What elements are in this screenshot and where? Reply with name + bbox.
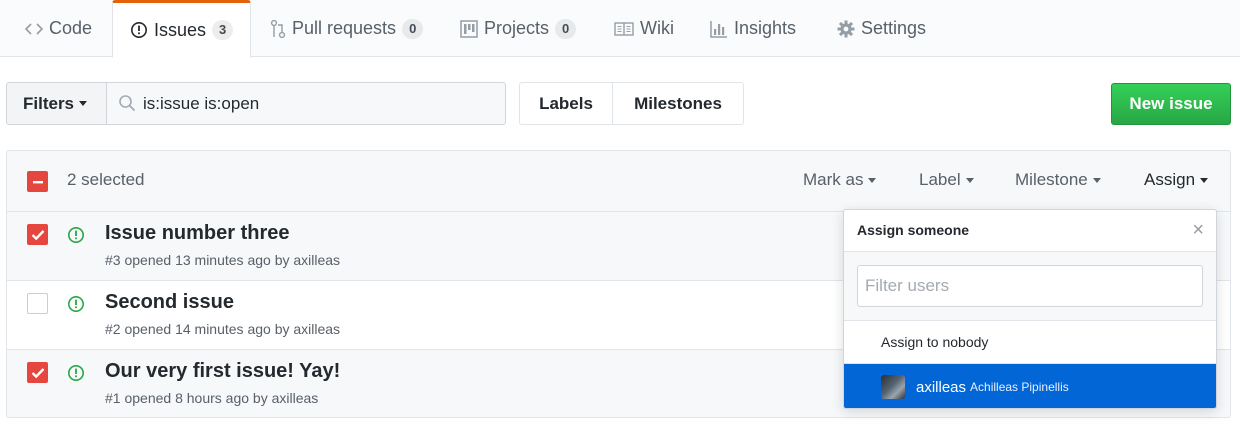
issue-title-link[interactable]: Our very first issue! Yay!: [105, 360, 340, 383]
book-icon: [614, 21, 634, 37]
issue-checkbox[interactable]: [27, 224, 48, 245]
close-icon[interactable]: ×: [1192, 220, 1204, 240]
caret-down-icon: [1200, 178, 1209, 184]
milestone-menu-label: Milestone: [1015, 170, 1088, 189]
issue-search-box: [106, 82, 506, 125]
issues-counter: 3: [212, 20, 234, 40]
milestone-menu[interactable]: Milestone: [1015, 170, 1101, 190]
tab-issues[interactable]: Issues 3: [112, 0, 252, 58]
filters-button[interactable]: Filters: [6, 82, 107, 125]
check-icon: [31, 229, 44, 240]
tab-pull-requests[interactable]: Pull requests 0: [253, 0, 440, 57]
issue-opened-icon: [67, 364, 85, 387]
assignee-item[interactable]: axilleas Achilleas Pipinellis: [844, 364, 1216, 408]
selected-count: 2 selected: [67, 170, 145, 189]
milestones-button[interactable]: Milestones: [612, 82, 744, 125]
tab-projects-label: Projects: [484, 18, 550, 38]
avatar: [881, 375, 905, 399]
assign-dropdown-title: Assign someone: [857, 222, 970, 238]
tab-projects[interactable]: Projects 0: [443, 0, 593, 57]
new-issue-button[interactable]: New issue: [1111, 83, 1231, 125]
tab-code[interactable]: Code: [8, 0, 109, 57]
select-all-checkbox[interactable]: [27, 171, 48, 192]
issue-opened-icon: [67, 226, 85, 249]
caret-down-icon: [868, 178, 877, 184]
repo-tabnav: Code Issues 3 Pull requests 0 Projects 0…: [0, 0, 1240, 58]
issue-opened-icon: [67, 295, 85, 318]
issue-checkbox[interactable]: [27, 362, 48, 383]
projects-counter: 0: [555, 18, 577, 39]
tab-wiki-label: Wiki: [640, 18, 674, 38]
mark-as-label: Mark as: [803, 170, 864, 189]
issue-meta: #2 opened 14 minutes ago by axilleas: [105, 321, 341, 337]
minus-icon: [32, 180, 43, 183]
mark-as-menu[interactable]: Mark as: [803, 170, 877, 190]
filter-users-container: [844, 252, 1216, 321]
issue-checkbox[interactable]: [27, 293, 48, 314]
tab-settings[interactable]: Settings: [820, 0, 943, 57]
caret-down-icon: [79, 101, 88, 106]
assign-menu[interactable]: Assign: [1144, 170, 1209, 190]
issue-search-input[interactable]: [143, 89, 499, 118]
tab-insights-label: Insights: [734, 18, 797, 38]
assign-dropdown: Assign someone × Assign to nobody axille…: [843, 209, 1217, 409]
check-icon: [31, 367, 44, 378]
issue-meta: #3 opened 13 minutes ago by axilleas: [105, 252, 341, 268]
issue-title-link[interactable]: Second issue: [105, 291, 234, 314]
assignee-login: axilleas: [916, 378, 967, 396]
filter-users-input[interactable]: [857, 265, 1203, 307]
tab-code-label: Code: [49, 18, 93, 38]
tab-pull-requests-label: Pull requests: [292, 18, 397, 38]
caret-down-icon: [965, 178, 974, 184]
tab-insights[interactable]: Insights: [693, 0, 813, 57]
search-icon: [118, 94, 136, 117]
assign-dropdown-header: Assign someone ×: [844, 210, 1216, 252]
issues-list-header: 2 selected Mark as Label Milestone Assig…: [7, 151, 1230, 212]
assignee-full-name: Achilleas Pipinellis: [970, 380, 1069, 394]
project-icon: [460, 19, 478, 38]
tab-issues-label: Issues: [154, 19, 207, 40]
caret-down-icon: [1092, 178, 1101, 184]
labels-button[interactable]: Labels: [519, 82, 613, 125]
label-menu[interactable]: Label: [919, 170, 974, 190]
pull-requests-counter: 0: [402, 18, 424, 39]
assign-menu-label: Assign: [1144, 170, 1196, 189]
filters-label: Filters: [23, 93, 75, 113]
git-pull-request-icon: [270, 19, 286, 39]
tab-settings-label: Settings: [861, 18, 927, 38]
issue-meta: #1 opened 8 hours ago by axilleas: [105, 390, 319, 406]
issue-opened-icon: [130, 21, 148, 39]
tab-wiki[interactable]: Wiki: [597, 0, 691, 57]
assign-to-nobody-item[interactable]: Assign to nobody: [844, 321, 1216, 364]
label-menu-label: Label: [919, 170, 961, 189]
code-icon: [25, 22, 43, 36]
gear-icon: [837, 20, 855, 38]
graph-icon: [710, 20, 728, 38]
issue-title-link[interactable]: Issue number three: [105, 222, 290, 245]
